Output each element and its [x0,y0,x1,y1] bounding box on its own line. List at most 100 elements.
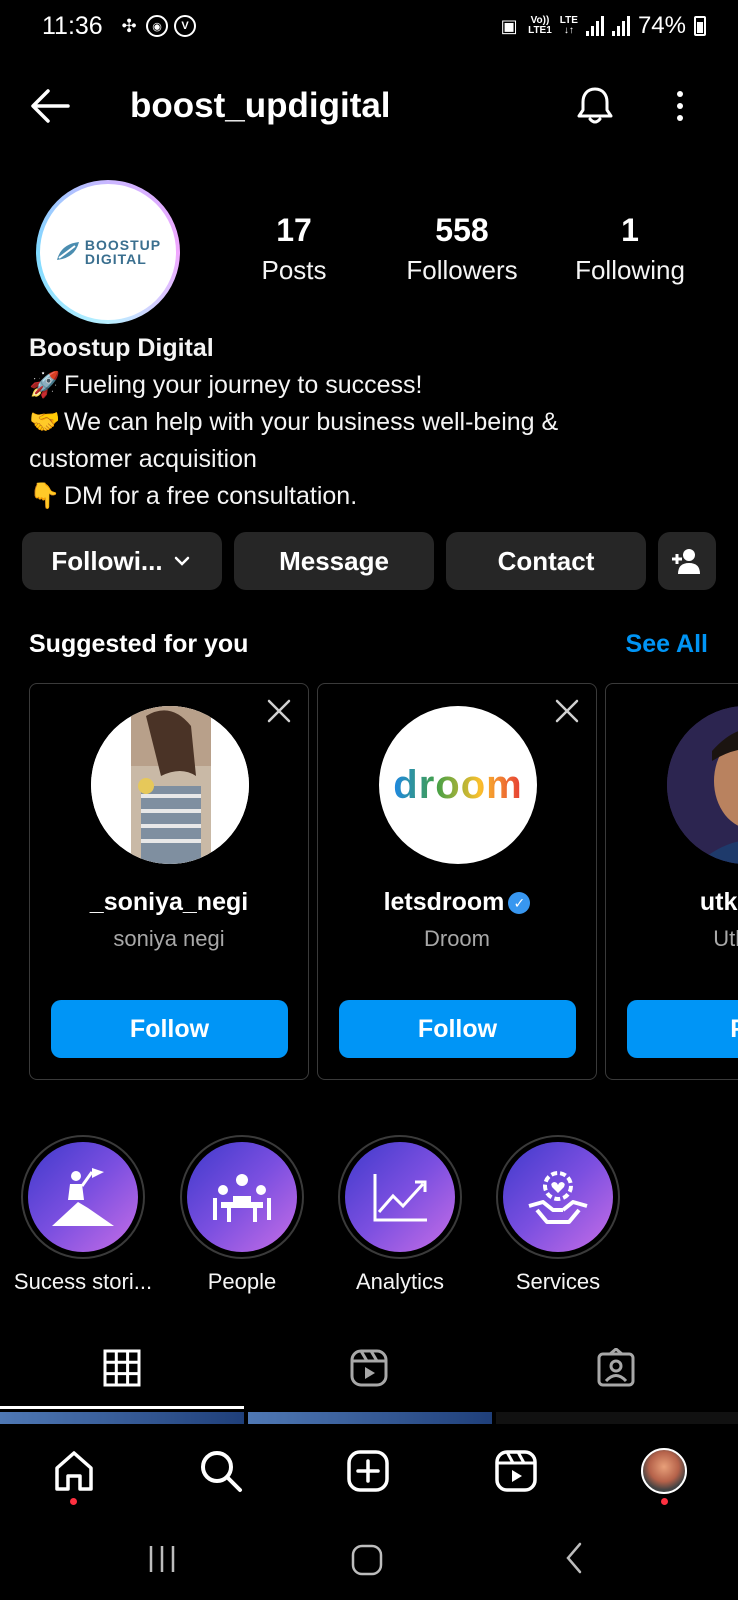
highlight-label: Sucess stori... [13,1269,153,1294]
service-care-icon [528,1171,588,1224]
bio-line: 👇 DM for a free consultation. [29,478,709,515]
content-tabs [0,1330,738,1410]
nav-profile-avatar[interactable] [641,1448,687,1494]
fan-icon: ✣ [121,15,137,36]
add-person-icon [672,549,700,574]
app-notification-icon: ◉ [146,15,168,37]
profile-avatar[interactable]: BOOSTUP DIGITAL [36,180,180,324]
suggestion-card: _soniya_negi soniya negi Follow [29,683,309,1080]
analytics-chart-icon [373,1174,427,1222]
notifications-button[interactable] [574,84,616,126]
highlight-label: Analytics [355,1269,445,1294]
data-saver-icon: ▣ [500,15,518,36]
user-photo [667,706,738,864]
reels-icon [350,1349,388,1387]
logo-text-line2: DIGITAL [84,251,147,267]
highlight-analytics[interactable]: Analytics [338,1135,462,1295]
stat-following-count: 1 [621,212,639,248]
stat-followers-label: Followers [406,255,518,285]
close-icon[interactable] [266,698,292,724]
suggest-people-button[interactable] [658,532,716,590]
status-notification-icons: ✣ ◉ V [118,15,196,37]
bio-line: customer acquisition [29,445,257,473]
suggestion-avatar[interactable]: droom [379,706,537,864]
see-all-link[interactable]: See All [626,630,708,659]
stat-following[interactable]: 1 Following [560,212,700,286]
logo-text-line1: BOOSTUP [84,237,162,253]
system-navigation-bar [0,1522,738,1600]
follow-button[interactable]: Fo [627,1000,738,1058]
home-system-icon[interactable] [349,1542,385,1578]
more-options-button[interactable] [668,86,692,126]
suggested-carousel[interactable]: _soniya_negi soniya negi Follow droom le… [29,683,738,1080]
status-bar: 11:36 ✣ ◉ V ▣ Vo)) LTE1 LTE ↓↑ 74% [0,0,738,56]
reels-nav-icon [495,1450,537,1492]
bell-icon [577,87,613,124]
suggestion-fullname: soniya negi [113,926,225,951]
highlight-label: Services [515,1269,601,1294]
message-button[interactable]: Message [234,532,434,590]
highlight-services[interactable]: Services [496,1135,620,1295]
suggestion-avatar[interactable] [667,706,738,864]
stat-followers-count: 558 [435,212,489,248]
profile-actions: Followi... Message Contact [22,532,716,590]
highlight-success-stories[interactable]: Sucess stori... [14,1135,152,1295]
meeting-people-icon [213,1174,271,1222]
handshake-icon: 🤝 [29,408,61,436]
suggestion-card: droom letsdroom ✓ Droom Follow [317,683,597,1080]
contact-button[interactable]: Contact [446,532,646,590]
tab-reels[interactable] [349,1348,389,1388]
stat-followers[interactable]: 558 Followers [392,212,532,286]
stat-posts[interactable]: 17 Posts [224,212,364,286]
nav-search[interactable] [198,1448,244,1494]
bio-line: 🤝 We can help with your business well-be… [29,404,709,441]
recent-apps-icon[interactable] [145,1542,179,1576]
stat-posts-count: 17 [276,212,312,248]
suggested-title: Suggested for you [29,630,249,658]
suggestion-fullname: Droom [423,926,490,951]
status-right-icons: ▣ Vo)) LTE1 LTE ↓↑ 74% [498,12,706,40]
battery-percent: 74% [637,12,686,39]
tab-tagged[interactable] [596,1347,636,1388]
suggestion-username[interactable]: utkarsh [606,888,738,917]
follow-button[interactable]: Follow [339,1000,576,1058]
back-button[interactable] [28,86,72,126]
stat-following-label: Following [575,255,685,285]
more-vertical-icon [677,91,683,121]
suggestion-avatar[interactable] [91,706,249,864]
bio-line: 🚀 Fueling your journey to success! [29,367,709,404]
rocket-icon: 🚀 [29,371,61,399]
signal-icon-2 [611,16,630,36]
add-post-icon [347,1450,389,1492]
suggestion-card: utkarsh Utkars Fo [605,683,738,1080]
suggestion-username[interactable]: _soniya_negi [30,888,308,917]
point-down-icon: 👇 [29,482,61,510]
suggestion-username[interactable]: letsdroom ✓ [318,888,596,917]
signal-icon-1 [585,16,604,36]
back-system-icon[interactable] [560,1540,590,1576]
status-time: 11:36 [42,12,103,40]
highlight-label: People [207,1269,277,1294]
active-tab-indicator [0,1406,244,1409]
nav-home[interactable] [51,1448,97,1505]
tagged-person-icon [597,1347,635,1387]
notification-dot [70,1498,77,1505]
tab-grid[interactable] [102,1348,142,1388]
leaf-logo-icon [56,242,79,260]
profile-header: boost_updigital [0,70,738,140]
grid-icon [103,1349,141,1387]
highlight-people[interactable]: People [180,1135,304,1295]
follow-button[interactable]: Follow [51,1000,288,1058]
profile-bio: Boostup Digital 🚀 Fueling your journey t… [29,330,709,515]
following-button[interactable]: Followi... [22,532,222,590]
nav-create[interactable] [345,1448,391,1494]
bottom-navigation [0,1424,738,1522]
mountain-flag-icon [52,1168,114,1226]
brand-logo: BOOSTUP DIGITAL [40,184,176,320]
close-icon[interactable] [554,698,580,724]
nav-reels[interactable] [493,1448,539,1494]
home-icon [55,1451,93,1491]
posts-grid-peek [0,1412,738,1424]
user-photo [91,706,249,864]
notification-dot [661,1498,668,1505]
